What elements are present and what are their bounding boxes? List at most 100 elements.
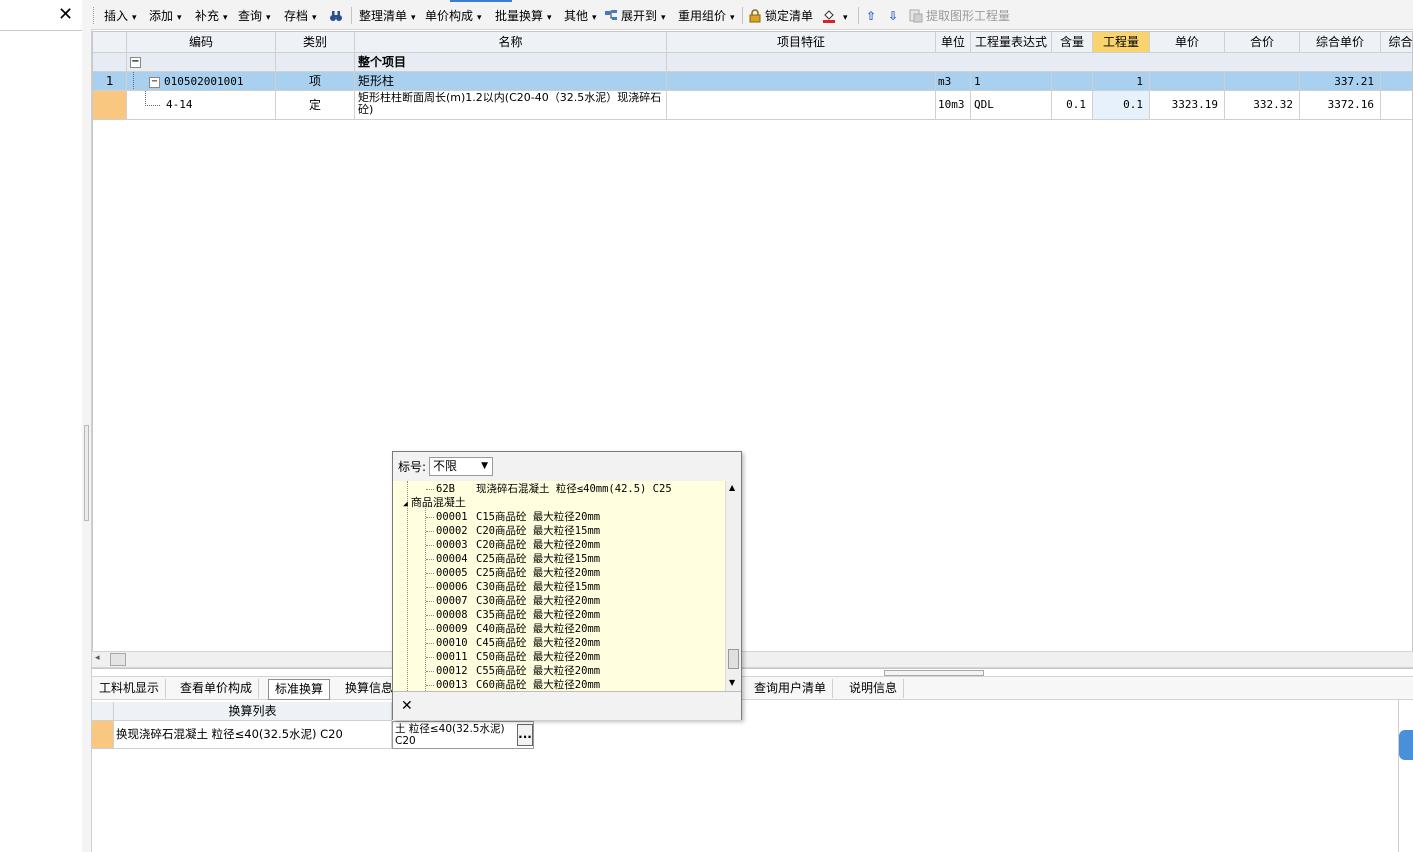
whole-project-cell[interactable]: 整个项目 bbox=[355, 53, 667, 72]
color-fill-button[interactable] bbox=[822, 8, 848, 24]
list-item[interactable]: 00013 C60商品砼 最大粒径20mm bbox=[426, 678, 600, 691]
unit-price-cell[interactable] bbox=[1150, 72, 1225, 91]
name-cell[interactable]: 矩形柱柱断面周长(m)1.2以内(C20-40（32.5水泥）现浇碎石砼) bbox=[355, 91, 667, 120]
side-panel-tab[interactable] bbox=[1399, 730, 1413, 760]
tab-unit-price-composition[interactable]: 查看单价构成 bbox=[174, 679, 260, 698]
code-cell[interactable]: −010502001001 bbox=[127, 72, 276, 91]
type-cell[interactable]: 定 bbox=[276, 91, 355, 120]
header-unit[interactable]: 单位 bbox=[936, 32, 971, 53]
header-type[interactable]: 类别 bbox=[276, 32, 355, 53]
batch-conversion-button[interactable]: 批量换算 bbox=[495, 8, 552, 24]
splitter-handle[interactable] bbox=[84, 425, 89, 521]
total-cell[interactable] bbox=[1225, 72, 1300, 91]
composite-unit-price-cell[interactable]: 3372.16 bbox=[1300, 91, 1381, 120]
tab-user-list-query[interactable]: 查询用户清单 bbox=[748, 679, 834, 698]
list-item[interactable]: 62B 现浇碎石混凝土 粒径≤40mm(42.5) C25 bbox=[426, 482, 672, 496]
row-index[interactable]: 1 bbox=[93, 72, 127, 91]
unit-cell[interactable]: 10m3 bbox=[936, 91, 971, 120]
tab-material-display[interactable]: 工料机显示 bbox=[93, 679, 167, 698]
close-icon[interactable]: ✕ bbox=[58, 4, 73, 26]
scroll-down-icon[interactable]: ▼ bbox=[729, 678, 735, 687]
expand-triangle-icon[interactable]: ◢ bbox=[403, 499, 408, 508]
binoculars-icon[interactable] bbox=[329, 8, 346, 24]
type-cell[interactable]: 项 bbox=[276, 72, 355, 91]
move-down-icon[interactable]: ⇩ bbox=[888, 8, 898, 24]
header-code[interactable]: 编码 bbox=[127, 32, 276, 53]
header-conversion-list[interactable]: 换算列表 bbox=[114, 702, 392, 721]
content-cell[interactable]: 0.1 bbox=[1052, 91, 1093, 120]
list-item[interactable]: 00006 C30商品砼 最大粒径15mm bbox=[426, 580, 600, 594]
list-item[interactable]: 00004 C25商品砼 最大粒径15mm bbox=[426, 552, 600, 566]
collapse-icon[interactable]: − bbox=[149, 76, 160, 88]
scrollbar-thumb[interactable] bbox=[728, 649, 739, 669]
ellipsis-button[interactable]: ... bbox=[517, 724, 533, 746]
header-expr[interactable]: 工程量表达式 bbox=[971, 32, 1052, 53]
unit-price-composition-button[interactable]: 单价构成 bbox=[425, 8, 482, 24]
insert-button[interactable]: 插入 bbox=[104, 8, 137, 24]
list-item[interactable]: 00002 C20商品砼 最大粒径15mm bbox=[426, 524, 600, 538]
expand-to-button[interactable]: 展开到 bbox=[604, 8, 666, 24]
scroll-up-icon[interactable]: ▲ bbox=[729, 483, 735, 492]
organize-list-button[interactable]: 整理清单 bbox=[359, 8, 416, 24]
horizontal-scrollbar[interactable]: ◂ bbox=[92, 651, 1413, 668]
material-tree-list[interactable]: 62B 现浇碎石混凝土 粒径≤40mm(42.5) C25 ◢ 商品混凝土 0000… bbox=[393, 481, 725, 691]
conversion-edit-field[interactable]: 土 粒径≤40(32.5水泥) C20 ... bbox=[392, 721, 534, 749]
code-cell[interactable]: 4-14 bbox=[127, 91, 276, 120]
list-item[interactable]: 00007 C30商品砼 最大粒径20mm bbox=[426, 594, 600, 608]
list-item[interactable]: 00011 C50商品砼 最大粒径20mm bbox=[426, 650, 600, 664]
header-name[interactable]: 名称 bbox=[355, 32, 667, 53]
code-value: 010502001001 bbox=[164, 75, 244, 88]
grade-select[interactable]: 不限 ▼ bbox=[429, 457, 493, 476]
header-quantity[interactable]: 工程量 bbox=[1093, 32, 1150, 53]
scrollbar-thumb[interactable] bbox=[110, 653, 126, 666]
tab-description[interactable]: 说明信息 bbox=[843, 679, 905, 698]
list-item[interactable]: 00003 C20商品砼 最大粒径20mm bbox=[426, 538, 600, 552]
quantity-cell[interactable]: 1 bbox=[1093, 72, 1150, 91]
scroll-left-icon[interactable]: ◂ bbox=[95, 653, 100, 663]
move-up-icon[interactable]: ⇧ bbox=[866, 8, 876, 24]
expr-cell[interactable]: 1 bbox=[971, 72, 1052, 91]
list-item[interactable]: 00001 C15商品砼 最大粒径20mm bbox=[426, 510, 600, 524]
header-feature[interactable]: 项目特征 bbox=[667, 32, 936, 53]
lock-list-button[interactable]: 锁定清单 bbox=[748, 8, 813, 24]
tree-group-commercial-concrete[interactable]: ◢ 商品混凝土 bbox=[403, 496, 466, 510]
list-item[interactable]: 00012 C55商品砼 最大粒径20mm bbox=[426, 664, 600, 678]
content-cell[interactable] bbox=[1052, 72, 1093, 91]
header-content[interactable]: 含量 bbox=[1052, 32, 1093, 53]
tab-standard-conversion[interactable]: 标准换算 bbox=[268, 679, 331, 700]
reuse-group-price-button[interactable]: 重用组价 bbox=[678, 8, 735, 24]
archive-button[interactable]: 存档 bbox=[284, 8, 317, 24]
row-marker[interactable] bbox=[92, 721, 114, 749]
total-cell[interactable]: 332.32 bbox=[1225, 91, 1300, 120]
expr-cell[interactable]: QDL bbox=[971, 91, 1052, 120]
add-button[interactable]: 添加 bbox=[149, 8, 182, 24]
composite-unit-price-cell[interactable]: 337.21 bbox=[1300, 72, 1381, 91]
feature-cell[interactable] bbox=[667, 91, 936, 120]
header-composite-unit-price[interactable]: 综合单价 bbox=[1300, 32, 1381, 53]
collapse-icon[interactable]: − bbox=[130, 57, 141, 68]
popup-vertical-scrollbar[interactable]: ▲ ▼ bbox=[725, 481, 741, 691]
query-button[interactable]: 查询 bbox=[238, 8, 271, 24]
extract-quantity-button[interactable]: 提取图形工程量 bbox=[909, 8, 1010, 24]
name-cell[interactable]: 矩形柱 bbox=[355, 72, 667, 91]
list-item[interactable]: 00005 C25商品砼 最大粒径20mm bbox=[426, 566, 600, 580]
toolbar-grip[interactable] bbox=[93, 7, 96, 24]
header-unit-price[interactable]: 单价 bbox=[1150, 32, 1225, 53]
supplement-button[interactable]: 补充 bbox=[195, 8, 228, 24]
unit-cell[interactable]: m3 bbox=[936, 72, 971, 91]
tab-conversion-info[interactable]: 换算信息 bbox=[339, 679, 401, 698]
header-composite[interactable]: 综合 bbox=[1381, 32, 1412, 53]
tree-toggle-cell[interactable]: − bbox=[127, 53, 276, 72]
quantity-cell[interactable]: 0.1 bbox=[1093, 91, 1150, 120]
header-total[interactable]: 合价 bbox=[1225, 32, 1300, 53]
conversion-edit-value[interactable]: 土 粒径≤40(32.5水泥) C20 bbox=[395, 723, 513, 747]
list-item[interactable]: 00009 C40商品砼 最大粒径20mm bbox=[426, 622, 600, 636]
conversion-item[interactable]: 换现浇碎石混凝土 粒径≤40(32.5水泥) C20 bbox=[114, 721, 392, 749]
other-button[interactable]: 其他 bbox=[564, 8, 597, 24]
list-item[interactable]: 00010 C45商品砼 最大粒径20mm bbox=[426, 636, 600, 650]
close-icon[interactable]: ✕ bbox=[401, 698, 413, 714]
feature-cell[interactable] bbox=[667, 72, 936, 91]
unit-price-cell[interactable]: 3323.19 bbox=[1150, 91, 1225, 120]
list-item[interactable]: 00008 C35商品砼 最大粒径20mm bbox=[426, 608, 600, 622]
row-marker[interactable] bbox=[93, 91, 127, 120]
